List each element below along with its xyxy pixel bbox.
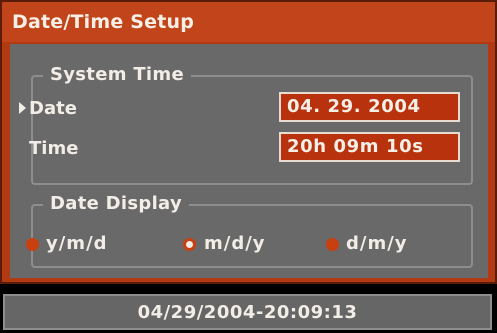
time-field[interactable]: 20h 09m 10s (279, 132, 460, 162)
date-display-legend: Date Display (43, 193, 189, 214)
system-time-legend: System Time (43, 64, 191, 85)
radio-mdy-selected-icon[interactable] (183, 238, 196, 251)
radio-dmy-label: d/m/y (346, 233, 408, 254)
date-time-setup-dialog: Date/Time Setup System Time Date 04. 29.… (0, 0, 497, 284)
time-label: Time (29, 138, 79, 159)
radio-dmy-icon[interactable] (326, 238, 339, 251)
radio-ymd-icon[interactable] (26, 238, 39, 251)
screen: Date/Time Setup System Time Date 04. 29.… (0, 0, 497, 333)
status-datetime: 04/29/2004-20:09:13 (137, 302, 358, 323)
settings-panel: System Time Date 04. 29. 2004 Time 20h 0… (10, 44, 488, 278)
date-label: Date (29, 98, 77, 119)
system-time-group: System Time Date 04. 29. 2004 Time 20h 0… (19, 64, 473, 185)
date-display-group: Date Display y/m/d m/d/y d/m/y (26, 193, 473, 268)
status-bar: 04/29/2004-20:09:13 (3, 294, 492, 330)
date-field[interactable]: 04. 29. 2004 (279, 92, 460, 122)
selection-arrow-icon (19, 102, 26, 114)
title-bar: Date/Time Setup (2, 2, 495, 42)
radio-ymd-label: y/m/d (46, 233, 108, 254)
dialog-title: Date/Time Setup (12, 11, 195, 33)
radio-mdy-label: m/d/y (204, 233, 266, 254)
